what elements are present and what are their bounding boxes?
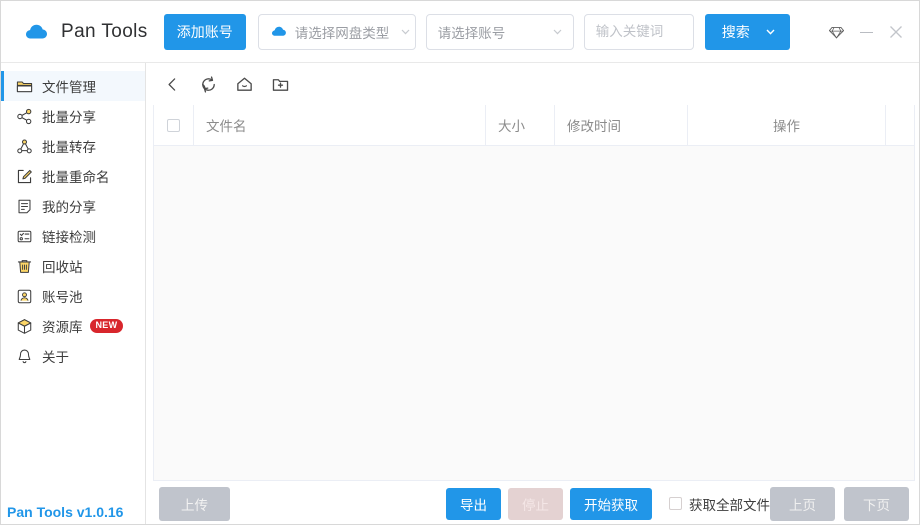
upload-button[interactable]: 上传 [159,486,230,521]
start-fetch-button[interactable]: 开始获取 [570,487,652,520]
sidebar-item-label: 文件管理 [42,80,96,95]
folder-icon [15,77,33,95]
breadcrumb-toolbar [147,63,919,105]
minimize-dash [859,31,873,33]
transfer-icon [15,137,33,155]
bottom-action-bar: 上传 导出 停止 开始获取 获取全部文件 上页 下页 [147,481,919,524]
sidebar-item-label: 资源库 [42,320,83,335]
export-button[interactable]: 导出 [446,487,501,520]
sidebar-item-recycle-bin[interactable]: 回收站 [1,251,145,281]
back-icon[interactable] [157,69,187,99]
sidebar-item-about[interactable]: 关于 [1,341,145,371]
select-all-cell [154,104,194,146]
chevron-down-icon [399,25,412,38]
sidebar-item-batch-share[interactable]: 批量分享 [1,101,145,131]
sidebar-item-my-shares[interactable]: 我的分享 [1,191,145,221]
search-button[interactable]: 搜索 [704,13,790,50]
version-label: Pan Tools v1.0.16 [7,504,124,520]
column-header-tail [886,105,914,146]
sidebar-item-label: 批量转存 [42,140,96,155]
pan-type-placeholder: 请选择网盘类型 [294,25,390,41]
pan-type-select[interactable]: 请选择网盘类型 [257,13,416,50]
refresh-icon[interactable] [193,69,223,99]
sidebar-item-file-manage[interactable]: 文件管理 [1,71,145,101]
add-account-button[interactable]: 添加账号 [163,13,246,50]
search-input[interactable] [583,13,694,50]
link-check-icon [15,227,33,245]
new-folder-icon[interactable] [265,69,295,99]
sidebar-nav: 文件管理 批量分享 批量转存 批量重命名 我的分享 链接检测 回收站 账号池 资… [1,63,145,371]
trash-icon [15,257,33,275]
stop-button[interactable]: 停止 [508,487,563,520]
pagination: 上页 下页 [770,486,909,521]
checkbox-box[interactable] [669,497,682,510]
sidebar-item-label: 批量重命名 [42,170,110,185]
close-icon[interactable] [881,12,911,52]
top-toolbar: Pan Tools 添加账号 请选择网盘类型 请选择账号 输入关键词 搜索 [1,1,919,63]
chevron-down-icon[interactable] [764,25,777,38]
home-icon[interactable] [229,69,259,99]
sidebar-item-label: 批量分享 [42,110,96,125]
new-badge: NEW [89,319,124,333]
main-panel: 文件名 大小 修改时间 操作 上传 导出 停止 开始获取 获取全部文件 上页 下… [147,63,919,524]
account-select[interactable]: 请选择账号 [425,13,574,50]
share-nodes-icon [15,107,33,125]
fetch-all-label: 获取全部文件 [689,497,770,513]
minimize-icon[interactable] [851,12,881,52]
next-page-button[interactable]: 下页 [844,486,909,521]
cloud-icon [23,22,49,42]
cloud-icon [270,25,287,38]
sidebar-item-batch-transfer[interactable]: 批量转存 [1,131,145,161]
prev-page-button[interactable]: 上页 [770,486,835,521]
sidebar-item-label: 链接检测 [42,230,96,245]
rename-edit-icon [15,167,33,185]
sidebar-item-account-pool[interactable]: 账号池 [1,281,145,311]
sidebar-item-label: 关于 [42,350,69,365]
sidebar-item-batch-rename[interactable]: 批量重命名 [1,161,145,191]
sidebar: 文件管理 批量分享 批量转存 批量重命名 我的分享 链接检测 回收站 账号池 资… [1,63,146,524]
chevron-down-icon [551,25,564,38]
column-header-name[interactable]: 文件名 [194,104,486,146]
diamond-icon[interactable] [821,12,851,52]
column-header-operation: 操作 [688,104,886,146]
sidebar-item-label: 回收站 [42,260,83,275]
column-header-time[interactable]: 修改时间 [555,104,688,146]
window-controls [821,1,911,63]
sidebar-item-label: 账号池 [42,290,83,305]
sidebar-item-link-check[interactable]: 链接检测 [1,221,145,251]
account-pool-icon [15,287,33,305]
app-window: Pan Tools 添加账号 请选择网盘类型 请选择账号 输入关键词 搜索 文件… [0,0,920,525]
fetch-all-checkbox[interactable]: 获取全部文件 [669,494,770,514]
table-header-row: 文件名 大小 修改时间 操作 [154,104,914,146]
sidebar-item-resource-library[interactable]: 资源库 NEW [1,311,145,341]
select-all-checkbox[interactable] [167,118,180,132]
fetch-controls: 导出 停止 开始获取 获取全部文件 [446,487,770,520]
sidebar-item-label: 我的分享 [42,200,96,215]
column-header-size[interactable]: 大小 [486,104,555,146]
app-title: Pan Tools [61,20,148,42]
account-placeholder: 请选择账号 [437,25,506,41]
table-body-empty [154,146,914,480]
file-table: 文件名 大小 修改时间 操作 [153,104,915,481]
document-icon [15,197,33,215]
bell-icon [15,347,33,365]
search-button-label: 搜索 [721,23,750,40]
box-icon [15,317,33,335]
